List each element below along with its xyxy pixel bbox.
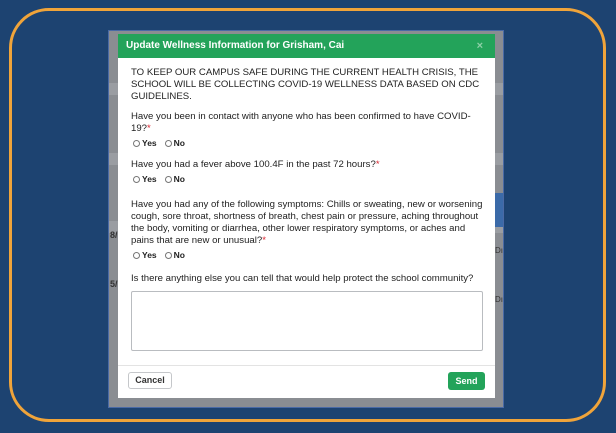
- cancel-button[interactable]: Cancel: [128, 372, 172, 389]
- question-contact: Have you been in contact with anyone who…: [131, 111, 471, 134]
- modal-header: Update Wellness Information for Grisham,…: [118, 34, 495, 58]
- send-button[interactable]: Send: [448, 372, 485, 390]
- required-marker: *: [375, 159, 380, 170]
- radio-circle-icon[interactable]: [164, 175, 172, 183]
- modal-title: Update Wellness Information for Grisham,…: [126, 40, 345, 51]
- required-marker: *: [147, 123, 151, 134]
- radio-yes-fever[interactable]: Yes: [133, 173, 157, 185]
- radio-group-fever: Yes No: [133, 173, 483, 185]
- radio-circle-icon[interactable]: [133, 139, 140, 147]
- radio-circle-icon[interactable]: [133, 251, 140, 259]
- radio-circle-icon[interactable]: [133, 175, 140, 183]
- radio-circle-icon[interactable]: [164, 251, 172, 259]
- radio-no-contact[interactable]: No: [164, 137, 185, 149]
- question-fever: Have you had a fever above 100.4F in the…: [131, 159, 380, 170]
- intro-text: TO KEEP OUR CAMPUS SAFE DURING THE CURRE…: [131, 67, 480, 102]
- radio-no-symptoms[interactable]: No: [164, 249, 185, 261]
- radio-circle-icon[interactable]: [164, 139, 172, 147]
- question-symptoms: Have you had any of the following sympto…: [131, 199, 483, 246]
- notes-textarea[interactable]: [131, 291, 483, 351]
- background-cell-fragment: Dı: [495, 246, 503, 255]
- background-cell-fragment: Dı: [495, 295, 503, 304]
- radio-group-symptoms: Yes No: [133, 249, 483, 261]
- notes-question: Is there anything else you can tell that…: [131, 273, 474, 284]
- background-date-fragment: 8/: [110, 230, 118, 240]
- background-date-fragment: 5/: [110, 279, 118, 289]
- modal-footer: Cancel Send: [118, 365, 495, 398]
- wellness-modal: Update Wellness Information for Grisham,…: [118, 34, 495, 398]
- radio-yes-symptoms[interactable]: Yes: [133, 249, 157, 261]
- required-marker: *: [262, 235, 266, 246]
- radio-group-contact: Yes No: [133, 137, 483, 149]
- radio-yes-contact[interactable]: Yes: [133, 137, 157, 149]
- modal-body: TO KEEP OUR CAMPUS SAFE DURING THE CURRE…: [118, 58, 495, 351]
- radio-no-fever[interactable]: No: [164, 173, 185, 185]
- close-icon[interactable]: ×: [477, 34, 483, 58]
